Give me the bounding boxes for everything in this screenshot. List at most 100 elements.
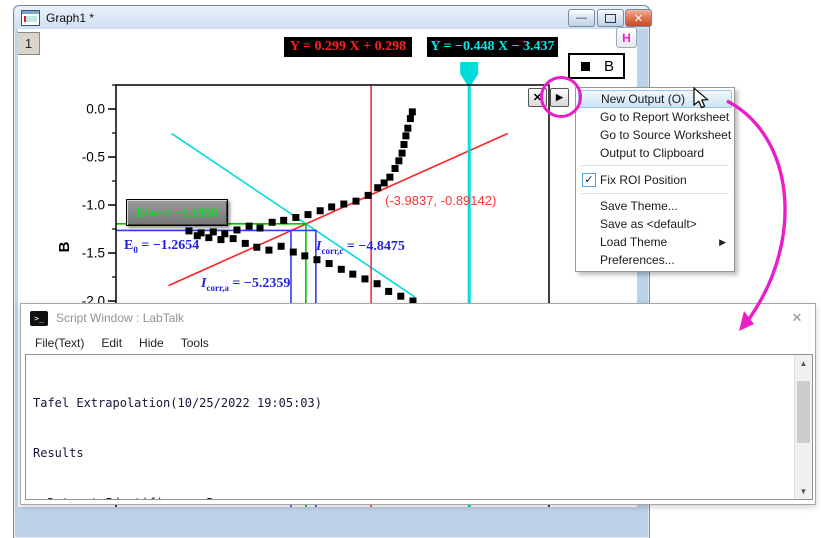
ecorr-sub: Corr [145, 208, 164, 218]
icorr-c-annotation[interactable]: Icorr,c = −4.8475 [316, 239, 405, 256]
plot-legend[interactable]: B [568, 53, 625, 79]
data-point [278, 243, 285, 250]
e0-value: = −1.2654 [138, 238, 199, 253]
menu-file-text[interactable]: File(Text) [35, 336, 84, 350]
data-point [326, 260, 333, 267]
data-point [301, 252, 308, 259]
maximize-button[interactable] [597, 9, 624, 27]
menu-item-label: Preferences... [600, 253, 675, 267]
data-point [328, 203, 335, 210]
desktop: { "graph_window": { "title": "Graph1 *",… [0, 0, 821, 518]
icorr-a-annotation[interactable]: Icorr,a = −5.2359 [201, 276, 290, 293]
cyan-cursor-handle [460, 62, 478, 88]
menu-item-new-output[interactable]: New Output (O) [578, 90, 732, 108]
checkmark-icon: ✓ [582, 173, 596, 187]
menu-item-label: Output to Clipboard [600, 146, 704, 160]
menu-separator [581, 193, 729, 194]
data-point [407, 115, 414, 122]
menu-item-fix-roi-position[interactable]: ✓ Fix ROI Position [578, 169, 732, 190]
scrollbar-thumb[interactable] [797, 381, 810, 443]
icorr-c-value: = −4.8475 [343, 239, 404, 254]
console-icon: >_ [30, 311, 48, 326]
output-line: Dataset Identifier B [33, 495, 792, 500]
history-button[interactable]: H [616, 27, 637, 48]
roi-context-menu: New Output (O) Go to Report Worksheet Go… [575, 87, 735, 272]
data-point [386, 174, 393, 181]
data-point [230, 235, 237, 242]
anodic-equation-label: Y = 0.299 X + 0.298 [284, 37, 412, 57]
menu-item-label: Load Theme [600, 235, 667, 249]
data-point [395, 157, 402, 164]
menu-item-output-to-clipboard[interactable]: Output to Clipboard [578, 144, 732, 162]
data-point [257, 225, 264, 232]
menu-item-go-to-source-worksheet[interactable]: Go to Source Worksheet [578, 126, 732, 144]
script-window-menubar: File(Text) Edit Hide Tools [21, 332, 815, 354]
graph-icon-plot [24, 16, 37, 22]
menu-separator [581, 165, 729, 166]
menu-edit[interactable]: Edit [101, 336, 122, 350]
menu-item-save-as-default[interactable]: Save as <default> [578, 215, 732, 233]
graph-icon-titlebar [22, 11, 39, 14]
menu-hide[interactable]: Hide [139, 336, 164, 350]
graph-window-icon [21, 10, 40, 26]
menu-item-preferences[interactable]: Preferences... [578, 251, 732, 269]
icorr-a-value: = −5.2359 [229, 276, 290, 291]
y-axis-title: B [56, 241, 73, 252]
script-window-close-button[interactable]: ✕ [789, 310, 805, 326]
menu-gutter: ✓ [578, 173, 600, 187]
data-point [409, 108, 416, 115]
data-point [374, 280, 381, 287]
data-point [349, 271, 356, 278]
cathodic-equation-label: Y = −0.448 X − 3.437 [427, 37, 558, 57]
data-point [317, 207, 324, 214]
data-point [305, 211, 312, 218]
menu-item-go-to-report-worksheet[interactable]: Go to Report Worksheet [578, 108, 732, 126]
script-window-title: Script Window : LabTalk [56, 311, 184, 325]
minimize-button[interactable]: — [568, 9, 595, 27]
scroll-up-icon[interactable]: ▲ [795, 355, 812, 371]
data-point [340, 201, 347, 208]
data-point [246, 223, 253, 230]
data-point [374, 184, 381, 191]
roi-close-button[interactable]: ✕ [528, 88, 547, 107]
ecorr-value: = −1.1958 [164, 205, 218, 221]
data-point [402, 132, 409, 139]
data-point [401, 141, 408, 148]
data-point [205, 234, 212, 241]
menu-item-save-theme[interactable]: Save Theme... [578, 197, 732, 215]
data-point [290, 249, 297, 256]
menu-item-label: Save as <default> [600, 217, 697, 231]
data-point [392, 165, 399, 172]
page-number-tab[interactable]: 1 [18, 32, 40, 55]
data-point [185, 227, 192, 234]
ecorr-base: E [136, 205, 145, 221]
scroll-down-icon[interactable]: ▼ [795, 483, 812, 499]
icorr-a-sub: corr,a [206, 283, 228, 293]
data-point [397, 293, 404, 300]
tangent-point-annotation[interactable]: (-3.9837, -0.89142) [385, 193, 496, 208]
vertical-scrollbar[interactable]: ▲ ▼ [794, 355, 812, 499]
icorr-c-sub: corr,c [321, 246, 343, 256]
data-point [404, 125, 411, 132]
menu-item-label: Go to Source Worksheet [600, 128, 731, 142]
script-output-area[interactable]: Tafel Extrapolation(10/25/2022 19:05:03)… [25, 354, 813, 500]
script-window-titlebar[interactable]: >_ Script Window : LabTalk ✕ [21, 304, 815, 332]
data-point [253, 244, 260, 251]
maximize-icon [605, 14, 616, 23]
curved-arrow [727, 101, 785, 319]
data-point [265, 247, 272, 254]
close-button[interactable]: ✕ [625, 9, 652, 27]
script-output-text: Tafel Extrapolation(10/25/2022 19:05:03)… [33, 362, 792, 500]
output-line: Tafel Extrapolation(10/25/2022 19:05:03) [33, 395, 792, 412]
y-tick-label: 0.0 [86, 102, 105, 117]
roi-menu-button[interactable]: ▶ [550, 88, 569, 107]
menu-tools[interactable]: Tools [181, 336, 209, 350]
graph-titlebar[interactable]: Graph1 * — ✕ [14, 6, 649, 29]
data-point [365, 192, 372, 199]
menu-item-load-theme[interactable]: Load Theme ▶ [578, 233, 732, 251]
e0-base: E [124, 238, 133, 253]
e0-annotation[interactable]: E0 = −1.2654 [124, 238, 199, 255]
data-point [280, 217, 287, 224]
ecorr-annotation[interactable]: ECorr = −1.1958 [126, 199, 228, 226]
data-point [269, 219, 276, 226]
